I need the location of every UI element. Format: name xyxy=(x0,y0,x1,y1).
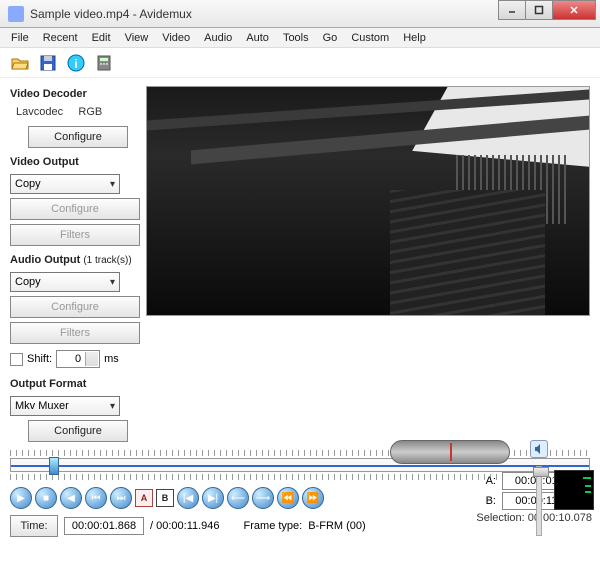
shift-spinner[interactable]: 0 xyxy=(56,350,100,368)
rewind-button[interactable]: ⏮ xyxy=(85,487,107,509)
audio-configure-button[interactable]: Configure xyxy=(10,296,140,318)
menu-audio[interactable]: Audio xyxy=(197,30,239,46)
forward-button[interactable]: ⏭ xyxy=(110,487,132,509)
time-total: / 00:00:11.946 xyxy=(150,520,220,532)
playhead[interactable] xyxy=(49,457,59,475)
prev-cut-button[interactable]: ⟵ xyxy=(227,487,249,509)
menu-custom[interactable]: Custom xyxy=(344,30,396,46)
video-preview xyxy=(146,86,590,316)
calc-icon[interactable] xyxy=(92,51,116,75)
menu-go[interactable]: Go xyxy=(316,30,345,46)
volume-icon[interactable] xyxy=(530,440,548,458)
time-button[interactable]: Time: xyxy=(10,515,58,537)
audio-output-heading: Audio Output (1 track(s)) xyxy=(10,254,140,266)
audio-output-mode: Copy xyxy=(15,276,41,288)
time-current[interactable]: 00:00:01.868 xyxy=(64,517,144,535)
prev-keyframe-button[interactable]: |◀ xyxy=(177,487,199,509)
decoder-heading: Video Decoder xyxy=(10,88,140,100)
shift-checkbox[interactable] xyxy=(10,353,23,366)
audio-filters-button[interactable]: Filters xyxy=(10,322,140,344)
selection-label: Selection: xyxy=(476,512,524,524)
video-output-mode: Copy xyxy=(15,178,41,190)
volume-slider[interactable] xyxy=(536,466,542,536)
menu-auto[interactable]: Auto xyxy=(239,30,276,46)
video-configure-button[interactable]: Configure xyxy=(10,198,140,220)
output-format-select[interactable]: Mkv Muxer xyxy=(10,396,120,416)
decoder-codec: Lavcodec xyxy=(16,106,63,118)
video-output-heading: Video Output xyxy=(10,156,140,168)
jog-wheel[interactable] xyxy=(390,440,510,464)
save-icon[interactable] xyxy=(36,51,60,75)
titlebar: Sample video.mp4 - Avidemux xyxy=(0,0,600,28)
svg-text:i: i xyxy=(74,57,77,71)
decoder-configure-button[interactable]: Configure xyxy=(28,126,128,148)
output-format-heading: Output Format xyxy=(10,378,140,390)
toolbar: i xyxy=(0,48,600,78)
frame-type-label: Frame type: xyxy=(244,520,303,532)
video-output-select[interactable]: Copy xyxy=(10,174,120,194)
maximize-button[interactable] xyxy=(525,0,553,20)
audio-output-select[interactable]: Copy xyxy=(10,272,120,292)
prev-frame-button[interactable]: ◀ xyxy=(60,487,82,509)
menu-help[interactable]: Help xyxy=(396,30,433,46)
decoder-info: Lavcodec RGB xyxy=(16,106,140,118)
minimize-button[interactable] xyxy=(498,0,526,20)
frame-type-value: B-FRM (00) xyxy=(308,520,365,532)
mark-a-button[interactable]: A xyxy=(135,489,153,507)
menu-video[interactable]: Video xyxy=(155,30,197,46)
goto-end-button[interactable]: ⏩ xyxy=(302,487,324,509)
stop-button[interactable]: ■ xyxy=(35,487,57,509)
menubar: File Recent Edit View Video Audio Auto T… xyxy=(0,28,600,48)
goto-start-button[interactable]: ⏪ xyxy=(277,487,299,509)
decoder-colorspace: RGB xyxy=(78,106,102,118)
close-button[interactable] xyxy=(552,0,596,20)
shift-label: Shift: xyxy=(27,353,52,365)
video-filters-button[interactable]: Filters xyxy=(10,224,140,246)
menu-edit[interactable]: Edit xyxy=(85,30,118,46)
audio-meter xyxy=(554,470,594,510)
app-icon xyxy=(8,6,24,22)
next-keyframe-button[interactable]: ▶| xyxy=(202,487,224,509)
shift-unit: ms xyxy=(104,353,119,365)
output-format-value: Mkv Muxer xyxy=(15,400,69,412)
mark-b-button[interactable]: B xyxy=(156,489,174,507)
next-cut-button[interactable]: ⟶ xyxy=(252,487,274,509)
info-icon[interactable]: i xyxy=(64,51,88,75)
menu-tools[interactable]: Tools xyxy=(276,30,316,46)
a-label: A: xyxy=(486,475,496,487)
menu-view[interactable]: View xyxy=(118,30,156,46)
format-configure-button[interactable]: Configure xyxy=(28,420,128,442)
audio-tracks-note: (1 track(s)) xyxy=(83,255,131,266)
menu-file[interactable]: File xyxy=(4,30,36,46)
menu-recent[interactable]: Recent xyxy=(36,30,85,46)
open-icon[interactable] xyxy=(8,51,32,75)
left-panel: Video Decoder Lavcodec RGB Configure Vid… xyxy=(10,82,140,444)
play-button[interactable]: ▶ xyxy=(10,487,32,509)
b-label: B: xyxy=(486,495,496,507)
